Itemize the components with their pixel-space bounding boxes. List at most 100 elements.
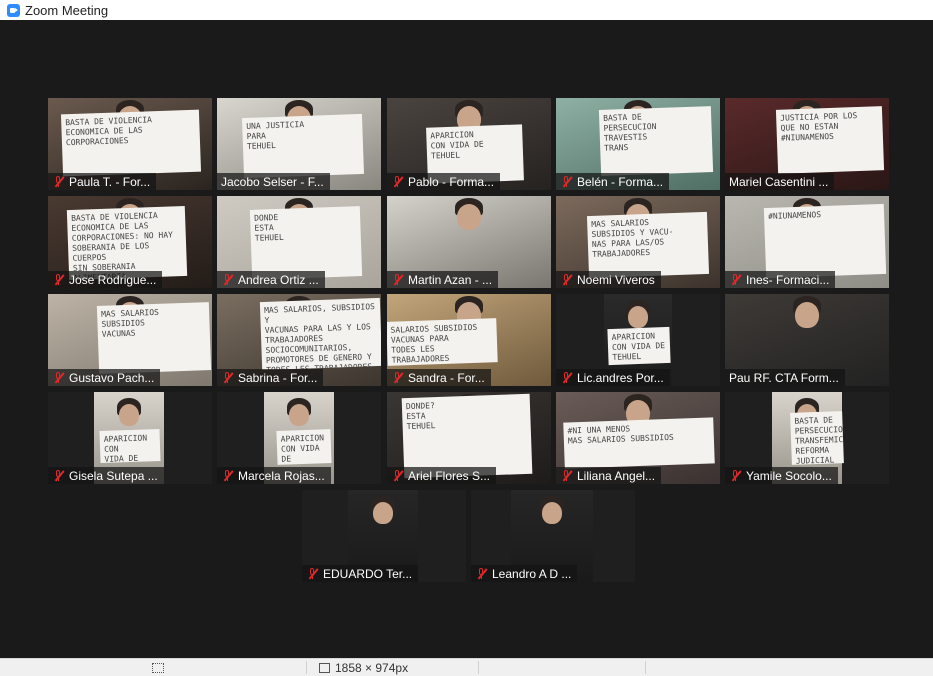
participant-name: Gustavo Pach... <box>69 370 155 385</box>
muted-mic-icon <box>560 175 573 188</box>
participant-tile[interactable]: MAS SALARIOS SUBSIDIOS VACUNAS Gustavo Pa… <box>48 294 212 386</box>
participant-name: Pau RF. CTA Form... <box>729 370 839 385</box>
muted-mic-icon <box>475 567 488 580</box>
participant-name-bar: Jacobo Selser - F... <box>217 173 330 190</box>
participant-name: Liliana Angel... <box>577 468 656 483</box>
participant-name: Ines- Formaci... <box>746 272 830 287</box>
participant-name: Pablo - Forma... <box>408 174 495 189</box>
participant-tile[interactable]: APARICION CON VIDA DE TEHUEL Gisela Sutep… <box>48 392 212 484</box>
protest-sign: #NIUNAMENOS <box>763 203 887 279</box>
participant-name-bar: Noemi Viveros <box>556 271 661 288</box>
participant-face <box>542 502 562 524</box>
participant-tile[interactable]: MAS SALARIOS SUBSIDIOS Y VACU- NAS PARA … <box>556 196 720 288</box>
protest-sign: APARICION CON VIDA DE TEHUEL <box>99 428 161 464</box>
participant-name: Gisela Sutepa ... <box>69 468 158 483</box>
participant-name-bar: Sandra - For... <box>387 369 491 386</box>
protest-sign: BASTA DE PERSECUCION TRANSFEMICIDIOS REF… <box>790 411 844 465</box>
gallery-view: BASTA DE VIOLENCIA ECONOMICA DE LAS CORP… <box>0 20 933 658</box>
protest-sign: DONDE? ESTA TEHUEL <box>401 393 533 479</box>
participant-name-bar: Liliana Angel... <box>556 467 662 484</box>
participant-name: Belén - Forma... <box>577 174 664 189</box>
participant-name: Lic.andres Por... <box>577 370 664 385</box>
participant-name-bar: Gisela Sutepa ... <box>48 467 164 484</box>
participant-tile[interactable]: Leandro A D ... <box>471 490 635 582</box>
participant-face <box>289 404 309 426</box>
participant-tile[interactable]: #NI UNA MENOS MAS SALARIOS SUBSIDIOS Lili… <box>556 392 720 484</box>
muted-mic-icon <box>221 273 234 286</box>
participant-name-bar: Ines- Formaci... <box>725 271 836 288</box>
participant-name: Mariel Casentini ... <box>729 174 829 189</box>
participant-name-bar: Marcela Rojas... <box>217 467 331 484</box>
participant-tile[interactable]: UNA JUSTICIA PARA TEHUEL Jacobo Selser - … <box>217 98 381 190</box>
participant-tile[interactable]: BASTA DE PERSECUCION TRANSFEMICIDIOS REF… <box>725 392 889 484</box>
participant-tile[interactable]: APARICION CON VIDA DE TEHUEL Pablo - Form… <box>387 98 551 190</box>
muted-mic-icon <box>729 273 742 286</box>
protest-sign: BASTA DE PERSECUCION TRAVESTIS TRANS <box>598 106 714 176</box>
protest-sign: APARICION CON VIDA DE TEHUEL <box>276 429 332 465</box>
participant-name-bar: Jose Rodrigue... <box>48 271 163 288</box>
participant-tile[interactable]: BASTA DE VIOLENCIA ECONOMICA DE LAS CORP… <box>48 196 212 288</box>
muted-mic-icon <box>221 371 234 384</box>
participant-tile[interactable]: APARICION CON VIDA DE TEHUEL Marcela Roja… <box>217 392 381 484</box>
muted-mic-icon <box>391 175 404 188</box>
participant-tile[interactable]: DONDE ESTA TEHUEL Andrea Ortiz ... <box>217 196 381 288</box>
participant-name: Noemi Viveros <box>577 272 655 287</box>
participant-tile[interactable]: JUSTICIA POR LOS QUE NO ESTAN #NIUNAMENO… <box>725 98 889 190</box>
participant-name: Sabrina - For... <box>238 370 318 385</box>
muted-mic-icon <box>729 469 742 482</box>
muted-mic-icon <box>52 469 65 482</box>
participant-face <box>119 404 139 426</box>
participant-name-bar: Martin Azan - ... <box>387 271 499 288</box>
participant-name: Ariel Flores S... <box>408 468 491 483</box>
participant-name-bar: Yamile Socolo... <box>725 467 838 484</box>
resize-icon <box>316 661 330 673</box>
participant-tile[interactable]: EDUARDO Ter... <box>302 490 466 582</box>
protest-sign: MAS SALARIOS, SUBSIDIOS Y VACUNAS PARA L… <box>259 297 381 371</box>
protest-sign: #NI UNA MENOS MAS SALARIOS SUBSIDIOS <box>563 417 715 469</box>
status-bar: 1858 × 974px <box>0 658 933 676</box>
protest-sign: APARICION CON VIDA DE TEHUEL <box>607 326 671 366</box>
participant-name-bar: Paula T. - For... <box>48 173 157 190</box>
participant-name-bar: Belén - Forma... <box>556 173 670 190</box>
participant-name: Leandro A D ... <box>492 566 572 581</box>
title-bar: Zoom Meeting <box>0 0 933 20</box>
participant-name-bar: Sabrina - For... <box>217 369 324 386</box>
participant-name-bar: Andrea Ortiz ... <box>217 271 325 288</box>
participant-name: Sandra - For... <box>408 370 485 385</box>
participant-name-bar: Lic.andres Por... <box>556 369 670 386</box>
participant-tile[interactable]: SALARIOS SUBSIDIOS VACUNAS PARA TODES LE… <box>387 294 551 386</box>
participant-name-bar: Pau RF. CTA Form... <box>725 369 845 386</box>
participant-name: Martin Azan - ... <box>408 272 493 287</box>
protest-sign: MAS SALARIOS SUBSIDIOS Y VACU- NAS PARA … <box>586 211 710 279</box>
participant-name-bar: Leandro A D ... <box>471 565 578 582</box>
muted-mic-icon <box>391 273 404 286</box>
participant-tile[interactable]: MAS SALARIOS, SUBSIDIOS Y VACUNAS PARA L… <box>217 294 381 386</box>
participant-name-bar: Pablo - Forma... <box>387 173 501 190</box>
participant-face <box>795 302 819 328</box>
participant-name: Jacobo Selser - F... <box>221 174 324 189</box>
participant-tile[interactable]: Pau RF. CTA Form... <box>725 294 889 386</box>
crop-icon <box>149 661 164 673</box>
participant-name: Yamile Socolo... <box>746 468 832 483</box>
participant-face <box>373 502 393 524</box>
muted-mic-icon <box>306 567 319 580</box>
protest-sign: DONDE ESTA TEHUEL <box>249 206 363 280</box>
participant-tile[interactable]: BASTA DE PERSECUCION TRAVESTIS TRANS Belé… <box>556 98 720 190</box>
protest-sign: SALARIOS SUBSIDIOS VACUNAS PARA TODES LE… <box>387 318 498 366</box>
participant-name: Jose Rodrigue... <box>69 272 157 287</box>
participant-tile[interactable]: Martin Azan - ... <box>387 196 551 288</box>
muted-mic-icon <box>52 175 65 188</box>
muted-mic-icon <box>560 273 573 286</box>
participant-name: Marcela Rojas... <box>238 468 325 483</box>
participant-tile[interactable]: DONDE? ESTA TEHUEL Ariel Flores S... <box>387 392 551 484</box>
protest-sign: BASTA DE VIOLENCIA ECONOMICA DE LAS CORP… <box>60 109 202 177</box>
muted-mic-icon <box>52 371 65 384</box>
participant-tile[interactable]: APARICION CON VIDA DE TEHUEL Lic.andres P… <box>556 294 720 386</box>
participant-name: Paula T. - For... <box>69 174 151 189</box>
participant-name-bar: Gustavo Pach... <box>48 369 161 386</box>
muted-mic-icon <box>52 273 65 286</box>
participant-tile[interactable]: BASTA DE VIOLENCIA ECONOMICA DE LAS CORP… <box>48 98 212 190</box>
participant-name-bar: Ariel Flores S... <box>387 467 497 484</box>
muted-mic-icon <box>560 371 573 384</box>
participant-tile[interactable]: #NIUNAMENOS Ines- Formaci... <box>725 196 889 288</box>
